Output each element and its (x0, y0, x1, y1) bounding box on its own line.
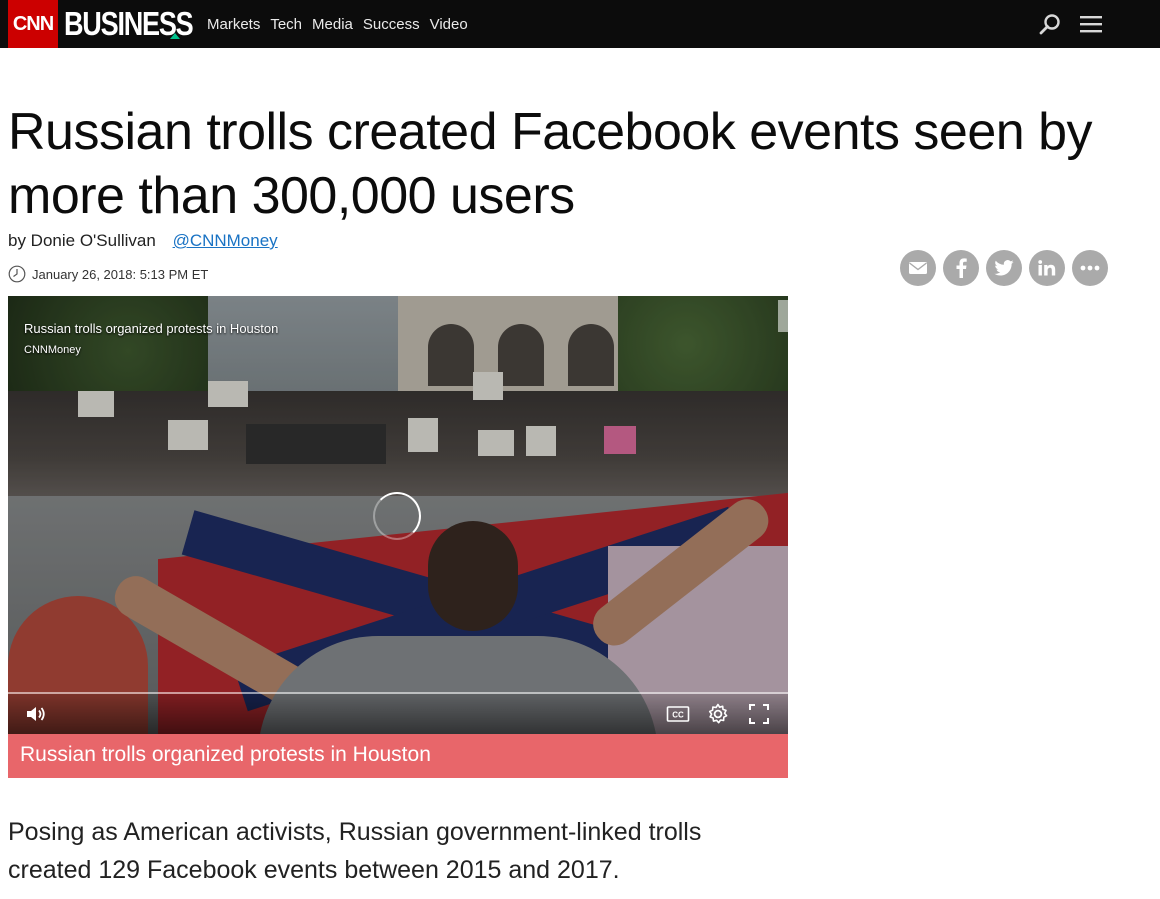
facebook-icon (956, 258, 967, 278)
top-navigation-bar: CNN BUSINESS Markets Tech Media Success … (0, 0, 1160, 48)
settings-gear-icon[interactable] (706, 702, 730, 726)
main-nav: Markets Tech Media Success Video (207, 0, 468, 48)
loading-spinner-icon (373, 492, 421, 540)
nav-tech[interactable]: Tech (270, 16, 302, 33)
nav-video[interactable]: Video (430, 16, 468, 33)
video-controls: CC (8, 694, 788, 734)
hamburger-menu-icon[interactable] (1080, 14, 1102, 34)
share-bar (900, 250, 1108, 286)
nav-media[interactable]: Media (312, 16, 353, 33)
more-icon (1080, 265, 1100, 271)
email-share-button[interactable] (900, 250, 936, 286)
fullscreen-icon[interactable] (747, 702, 771, 726)
video-player[interactable]: Russian trolls organized protests in Hou… (8, 296, 788, 734)
search-icon[interactable] (1038, 12, 1062, 36)
article-lead-paragraph: Posing as American activists, Russian go… (8, 818, 702, 884)
byline: by Donie O'Sullivan @CNNMoney (8, 231, 278, 251)
twitter-share-button[interactable] (986, 250, 1022, 286)
video-title: Russian trolls organized protests in Hou… (24, 321, 279, 336)
twitter-icon (994, 260, 1014, 276)
author-twitter-handle[interactable]: @CNNMoney (173, 231, 278, 250)
date-text: January 26, 2018: 5:13 PM ET (32, 266, 209, 282)
publish-date: January 26, 2018: 5:13 PM ET (8, 265, 208, 283)
facebook-share-button[interactable] (943, 250, 979, 286)
author-name: by Donie O'Sullivan (8, 231, 156, 250)
email-icon (909, 262, 927, 274)
nav-success[interactable]: Success (363, 16, 420, 33)
nav-markets[interactable]: Markets (207, 16, 260, 33)
video-watermark (778, 300, 788, 332)
more-share-button[interactable] (1072, 250, 1108, 286)
cnn-logo[interactable]: CNN (8, 0, 58, 48)
linkedin-share-button[interactable] (1029, 250, 1065, 286)
article-headline: Russian trolls created Facebook events s… (8, 103, 1093, 225)
svg-text:CC: CC (672, 711, 684, 720)
business-logo-accent (170, 33, 180, 39)
video-caption: Russian trolls organized protests in Hou… (8, 734, 788, 778)
clock-icon (8, 265, 26, 283)
volume-icon[interactable] (24, 702, 48, 726)
linkedin-icon (1038, 260, 1056, 276)
video-source: CNNMoney (24, 344, 81, 356)
closed-captions-icon[interactable]: CC (666, 702, 690, 726)
